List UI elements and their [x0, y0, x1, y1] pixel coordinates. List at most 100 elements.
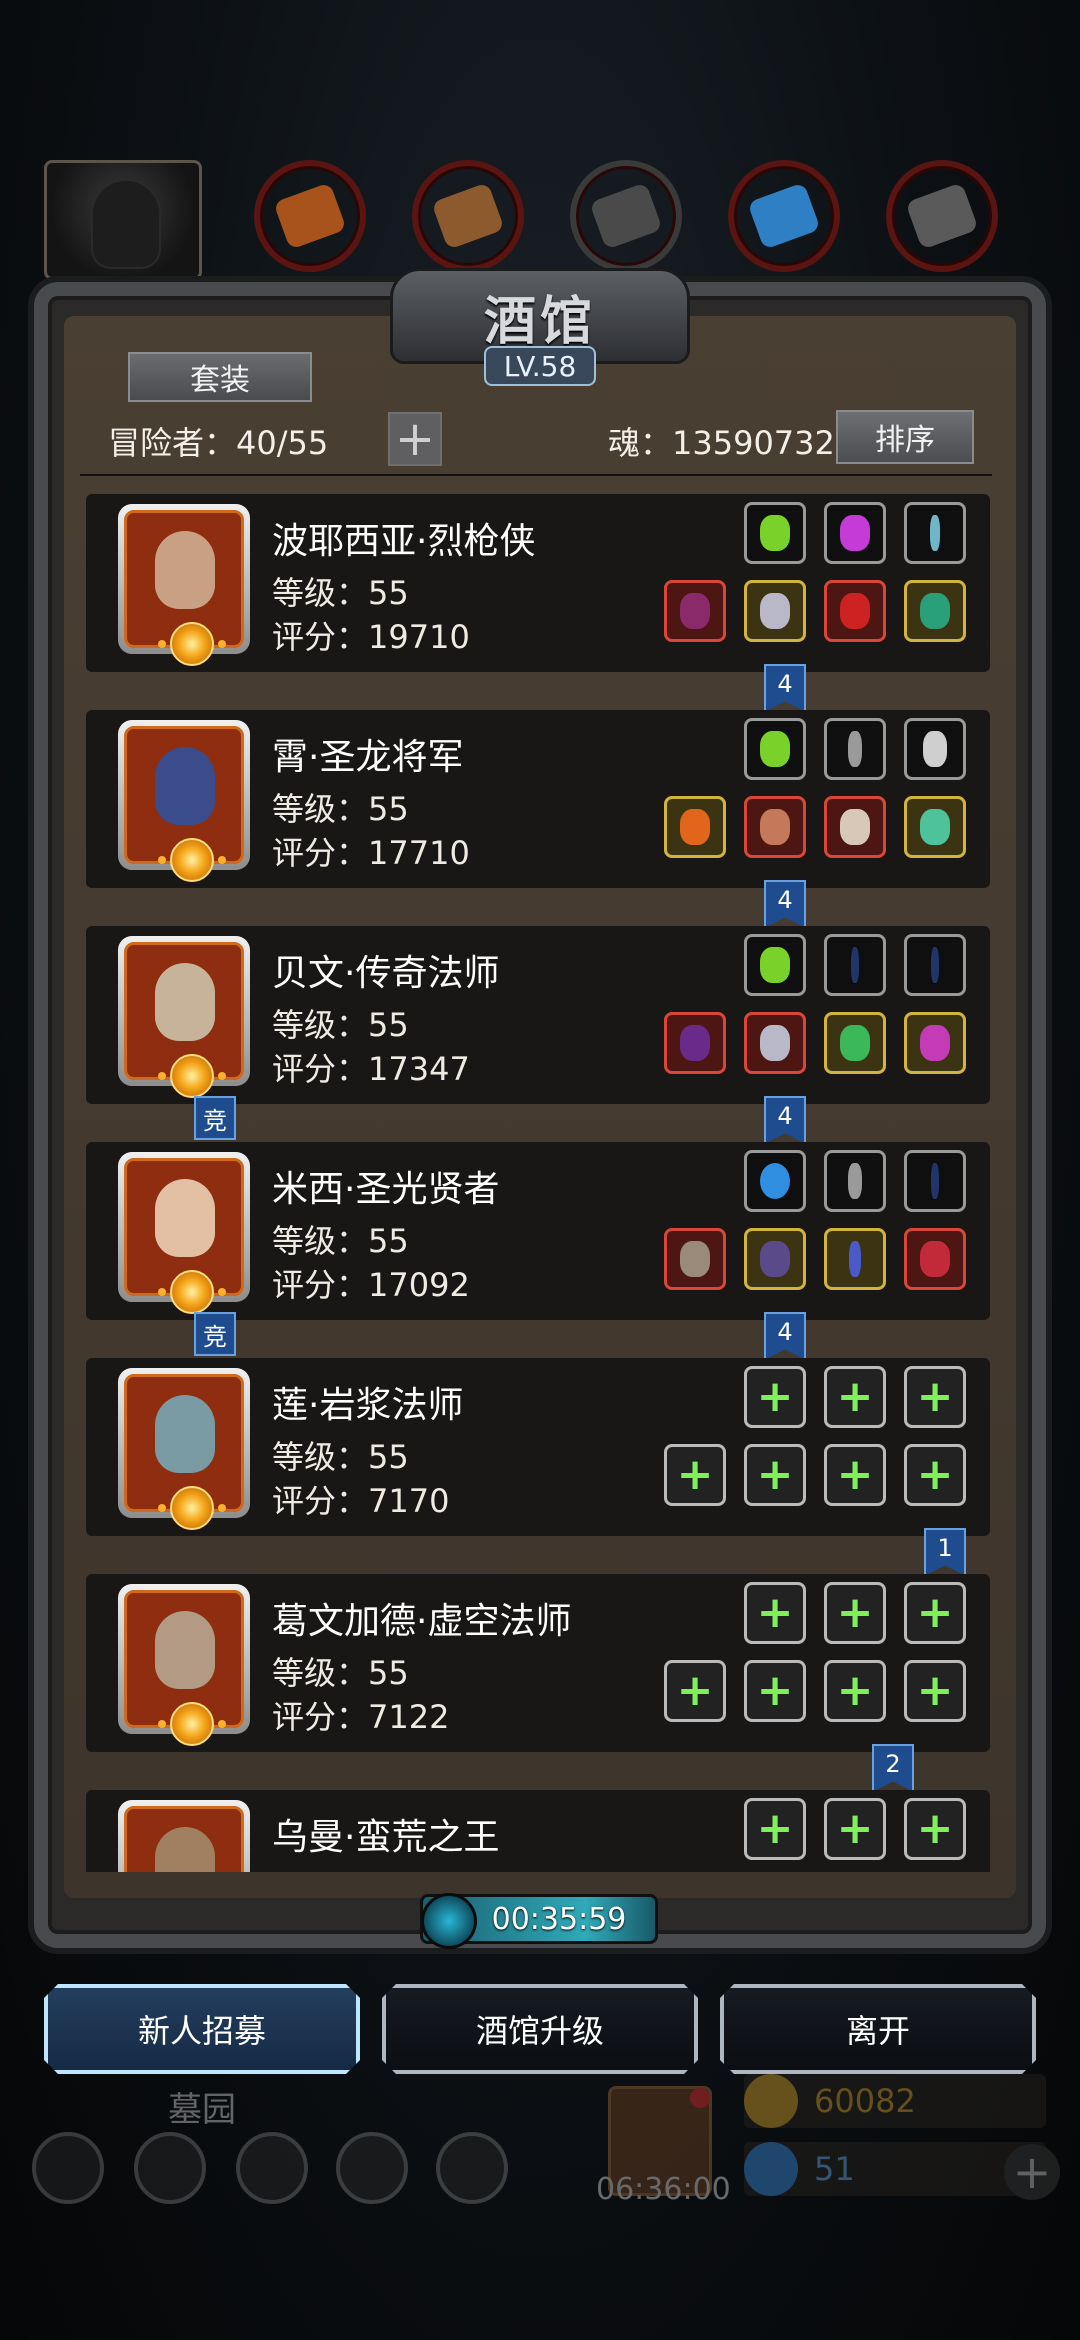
buy-gems-button[interactable]: +: [1004, 2144, 1060, 2200]
upgrade-tavern-button[interactable]: 酒馆升级: [382, 1984, 698, 2074]
amulet-slot[interactable]: [904, 718, 966, 780]
star-amulet-icon: [923, 731, 947, 767]
helm-icon: [920, 1025, 950, 1061]
staff-slot[interactable]: [824, 934, 886, 996]
hero-card[interactable]: 波耶西亚·烈枪侠 等级：55 评分：19710: [86, 494, 990, 672]
empty-slot[interactable]: +: [824, 1366, 886, 1428]
hero-name: 贝文·传奇法师: [272, 953, 500, 994]
charm-slot[interactable]: [904, 1228, 966, 1290]
dice-icon[interactable]: [436, 2132, 508, 2204]
empty-slot[interactable]: +: [744, 1798, 806, 1860]
hero-avatar[interactable]: [118, 1152, 250, 1314]
gem-value: 51: [814, 2150, 855, 2188]
rune-slot[interactable]: [744, 502, 806, 564]
leave-button[interactable]: 离开: [720, 1984, 1036, 2074]
empty-slot[interactable]: +: [824, 1660, 886, 1722]
staff-icon: [931, 947, 939, 983]
weapon-slot[interactable]: [664, 580, 726, 642]
tab-armor[interactable]: [254, 160, 366, 272]
plus-icon: +: [916, 1803, 954, 1854]
dagger-icon: [848, 731, 862, 767]
armor-slot[interactable]: [744, 580, 806, 642]
recruit-button[interactable]: 新人招募: [44, 1984, 360, 2074]
hero-card[interactable]: 贝文·传奇法师 等级：55 评分：17347: [86, 926, 990, 1104]
hooded-figure-icon: [91, 179, 161, 269]
armor-slot[interactable]: [744, 796, 806, 858]
robe-slot[interactable]: [744, 1228, 806, 1290]
empty-slot[interactable]: +: [904, 1366, 966, 1428]
robe-slot[interactable]: [744, 1012, 806, 1074]
plus-icon: +: [916, 1665, 954, 1716]
amulet-slot[interactable]: [904, 502, 966, 564]
dagger-slot[interactable]: [824, 1150, 886, 1212]
hero-avatar[interactable]: [118, 1368, 250, 1530]
empty-slot[interactable]: +: [744, 1660, 806, 1722]
hero-list[interactable]: 波耶西亚·烈枪侠 等级：55 评分：19710 4 霄·圣龙将军 等级：55 评…: [86, 488, 990, 1872]
empty-slot[interactable]: +: [824, 1444, 886, 1506]
empty-slot[interactable]: +: [904, 1444, 966, 1506]
hero-card[interactable]: 霄·圣龙将军 等级：55 评分：17710: [86, 710, 990, 888]
orb-slot[interactable]: [744, 1150, 806, 1212]
empty-slot[interactable]: +: [744, 1582, 806, 1644]
badge-count: 4: [764, 1312, 806, 1360]
badge-count: 1: [924, 1528, 966, 1576]
purple-gem-icon: [840, 515, 870, 551]
scepter-slot[interactable]: [824, 1228, 886, 1290]
staff-slot[interactable]: [904, 1150, 966, 1212]
add-capacity-button[interactable]: +: [388, 412, 442, 466]
hero-avatar[interactable]: [118, 504, 250, 666]
plus-icon: +: [756, 1449, 794, 1500]
rune-slot[interactable]: [744, 934, 806, 996]
notification-dot: [690, 2088, 710, 2108]
weapon-slot[interactable]: [664, 1012, 726, 1074]
sort-button[interactable]: 排序: [836, 410, 974, 464]
hero-card[interactable]: 乌曼·蛮荒之王 + + +: [86, 1790, 990, 1872]
staff-slot[interactable]: [904, 934, 966, 996]
empty-slot[interactable]: +: [824, 1582, 886, 1644]
gold-coin-icon: [744, 2074, 798, 2128]
empty-slot[interactable]: +: [904, 1582, 966, 1644]
plus-icon: +: [756, 1803, 794, 1854]
dagger-slot[interactable]: [824, 718, 886, 780]
star-icon[interactable]: [134, 2132, 206, 2204]
weapon-slot[interactable]: [664, 796, 726, 858]
hero-avatar[interactable]: [118, 720, 250, 882]
tab-crystal[interactable]: [728, 160, 840, 272]
empty-slot[interactable]: +: [904, 1660, 966, 1722]
hero-score: 评分：17092: [272, 1266, 470, 1304]
hero-avatar[interactable]: [118, 936, 250, 1098]
iron-icon: [589, 182, 663, 250]
weapon-slot[interactable]: [664, 1228, 726, 1290]
empty-slot[interactable]: +: [824, 1798, 886, 1860]
orb-slot[interactable]: [824, 1012, 886, 1074]
tab-steel[interactable]: [886, 160, 998, 272]
hero-level: 等级：55: [272, 574, 409, 612]
book-icon[interactable]: [236, 2132, 308, 2204]
hero-score: 评分：7170: [272, 1482, 450, 1520]
bracer-slot[interactable]: [904, 580, 966, 642]
ring-slot[interactable]: [824, 580, 886, 642]
hero-card[interactable]: 莲·岩浆法师 等级：55 评分：7170 + + + + + + +: [86, 1358, 990, 1536]
medal-slot[interactable]: [824, 796, 886, 858]
rune-slot[interactable]: [744, 718, 806, 780]
hero-avatar[interactable]: [118, 1584, 250, 1746]
hero-card[interactable]: 米西·圣光贤者 等级：55 评分：17092: [86, 1142, 990, 1320]
mail-icon[interactable]: [336, 2132, 408, 2204]
empty-slot[interactable]: +: [744, 1366, 806, 1428]
empty-slot[interactable]: +: [664, 1444, 726, 1506]
bracer-slot[interactable]: [904, 796, 966, 858]
tab-wood[interactable]: [412, 160, 524, 272]
gem-slot[interactable]: [824, 502, 886, 564]
empty-slot[interactable]: +: [744, 1444, 806, 1506]
hero-card[interactable]: 葛文加德·虚空法师 等级：55 评分：7122 + + + + + + +: [86, 1574, 990, 1752]
hero-portrait-tab[interactable]: [44, 160, 202, 280]
empty-slot[interactable]: +: [904, 1798, 966, 1860]
settings-icon[interactable]: [32, 2132, 104, 2204]
empty-slot[interactable]: +: [664, 1660, 726, 1722]
tab-iron[interactable]: [570, 160, 682, 272]
hero-avatar[interactable]: [118, 1800, 250, 1872]
suit-button[interactable]: 套装: [128, 352, 312, 402]
helm-slot[interactable]: [904, 1012, 966, 1074]
hero-score: 评分：17347: [272, 1050, 470, 1088]
hero-level: 等级：55: [272, 1006, 409, 1044]
